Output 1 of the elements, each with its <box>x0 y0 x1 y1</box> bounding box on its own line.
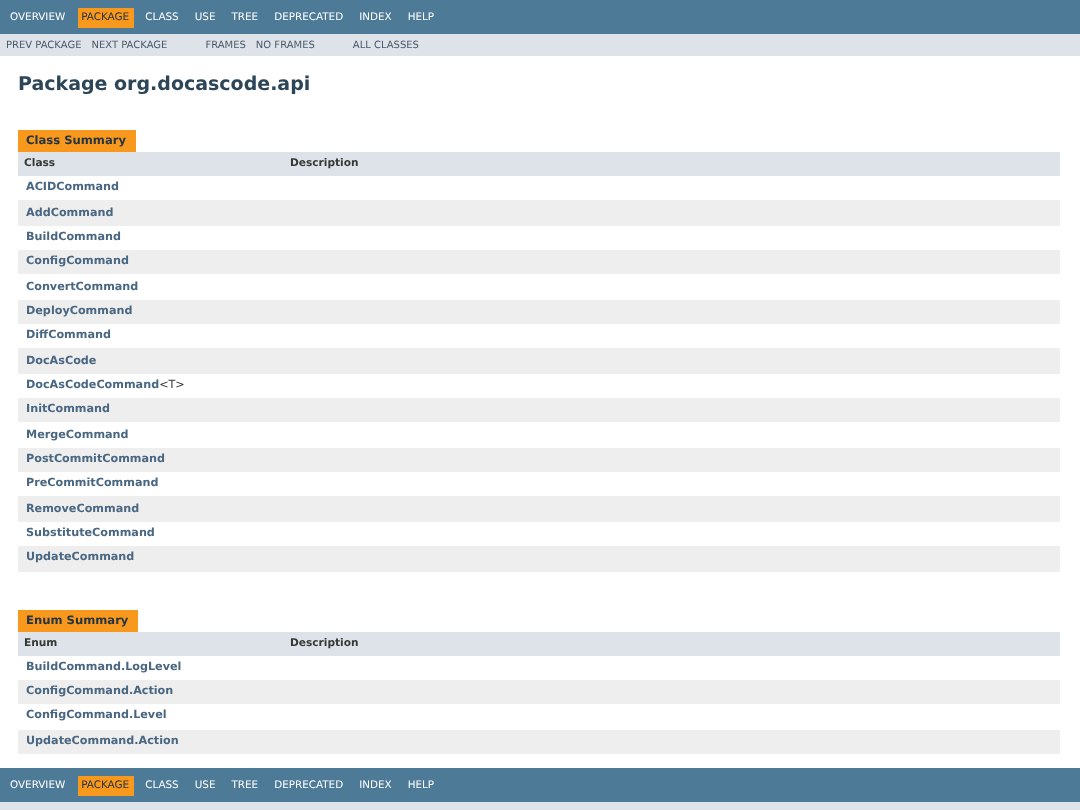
package-title: Package org.docascode.api <box>18 74 313 96</box>
